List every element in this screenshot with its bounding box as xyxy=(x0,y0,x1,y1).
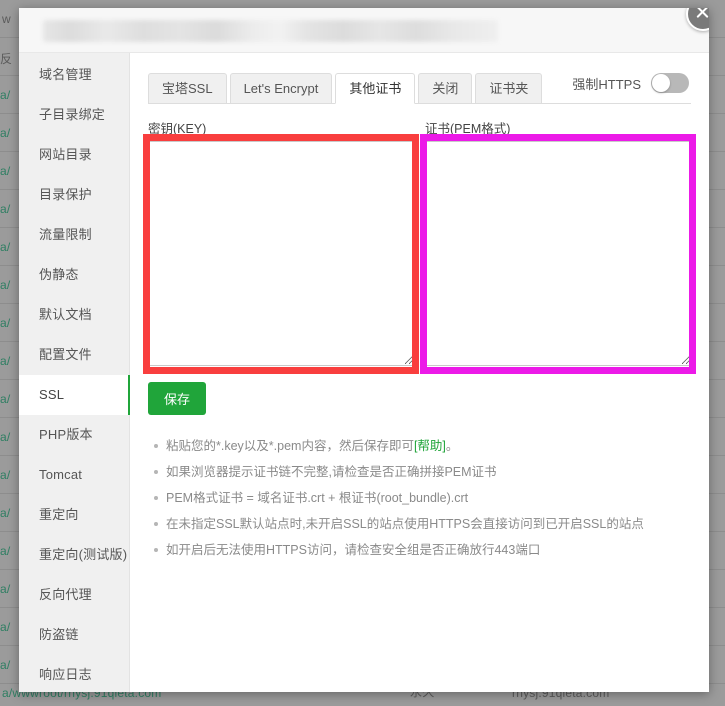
toggle-knob xyxy=(652,74,670,92)
sidebar-item-label: 反向代理 xyxy=(39,587,92,602)
tab-label: 证书夹 xyxy=(489,81,529,96)
force-https-label: 强制HTTPS xyxy=(572,76,641,92)
sidebar-item-5[interactable]: 流量限制 xyxy=(19,215,129,255)
sidebar-item-2[interactable]: 子目录绑定 xyxy=(19,95,129,135)
help-note-item: 粘贴您的*.key以及*.pem内容，然后保存即可[帮助]。 xyxy=(154,433,691,459)
help-note-text: 如果浏览器提示证书链不完整,请检查是否正确拼接PEM证书 xyxy=(166,465,497,479)
sidebar-item-13[interactable]: 重定向(测试版) xyxy=(19,535,129,575)
tab-strip: 宝塔SSL Let's Encrypt 其他证书 关闭 证书夹 强制HTTPS xyxy=(148,71,691,104)
sidebar-item-label: Tomcat xyxy=(39,467,83,482)
tab-1[interactable]: 宝塔SSL xyxy=(148,73,227,104)
help-note-text: 在未指定SSL默认站点时,未开启SSL的站点使用HTTPS会直接访问到已开启SS… xyxy=(166,517,644,531)
pem-textarea[interactable] xyxy=(425,141,691,366)
help-note-suffix: 。 xyxy=(445,439,459,453)
sidebar-item-9[interactable]: SSL xyxy=(19,375,130,415)
modal-body: 域名管理子目录绑定网站目录目录保护流量限制伪静态默认文档配置文件 SSL PHP版本… xyxy=(19,53,709,692)
tab-label: 关闭 xyxy=(432,81,459,96)
background-row-text: a/ xyxy=(0,88,11,102)
sidebar-item-label: 域名管理 xyxy=(39,67,92,82)
background-row-text: 反 xyxy=(0,52,13,66)
sidebar-item-label: SSL xyxy=(39,387,65,402)
pem-field-group: 证书(PEM格式) xyxy=(420,118,696,374)
sidebar-item-11[interactable]: Tomcat xyxy=(19,455,129,495)
sidebar-item-8[interactable]: 配置文件 xyxy=(19,335,129,375)
sidebar-item-14[interactable]: 反向代理 xyxy=(19,575,129,615)
tab-4[interactable]: 关闭 xyxy=(418,73,473,104)
sidebar-item-16[interactable]: 响应日志 xyxy=(19,655,129,692)
sidebar-item-label: 重定向 xyxy=(39,507,79,522)
background-row-text: a/ xyxy=(0,240,11,254)
main-panel: 宝塔SSL Let's Encrypt 其他证书 关闭 证书夹 强制HTTPS 密钥(K… xyxy=(130,53,709,692)
key-field-label: 密钥(KEY) xyxy=(148,122,207,136)
background-row-text: a/ xyxy=(0,430,11,444)
background-row-text: a/ xyxy=(0,544,11,558)
background-row-text: a/ xyxy=(0,582,11,596)
help-note-item: 如开启后无法使用HTTPS访问，请检查安全组是否正确放行443端口 xyxy=(154,537,691,563)
sidebar-item-6[interactable]: 伪静态 xyxy=(19,255,129,295)
help-note-item: 如果浏览器提示证书链不完整,请检查是否正确拼接PEM证书 xyxy=(154,459,691,485)
sidebar-item-label: 网站目录 xyxy=(39,147,92,162)
page-title xyxy=(43,20,498,42)
sidebar-item-label: 配置文件 xyxy=(39,347,92,362)
sidebar-item-label: 防盗链 xyxy=(39,627,79,642)
save-button[interactable]: 保存 xyxy=(148,382,207,415)
sidebar-item-label: 重定向(测试版) xyxy=(39,547,128,562)
help-note-text: 粘贴您的*.key以及*.pem内容，然后保存即可 xyxy=(166,439,414,453)
background-row-text: a/ xyxy=(0,506,11,520)
sidebar-item-7[interactable]: 默认文档 xyxy=(19,295,129,335)
certificate-fields: 密钥(KEY) 证书(PEM格式) xyxy=(143,118,696,374)
background-row-text: a/ xyxy=(0,468,11,482)
sidebar-item-1[interactable]: 域名管理 xyxy=(19,55,129,95)
background-row-text: a/ xyxy=(0,392,11,406)
sidebar-item-label: 响应日志 xyxy=(39,667,92,682)
help-note-item: PEM格式证书 = 域名证书.crt + 根证书(root_bundle).cr… xyxy=(154,485,691,511)
sidebar-item-4[interactable]: 目录保护 xyxy=(19,175,129,215)
background-row-text: a/ xyxy=(0,164,11,178)
background-row-text: a/ xyxy=(0,202,11,216)
help-note-text: PEM格式证书 = 域名证书.crt + 根证书(root_bundle).cr… xyxy=(166,491,469,505)
sidebar-item-10[interactable]: PHP版本 xyxy=(19,415,129,455)
tab-5[interactable]: 证书夹 xyxy=(475,73,543,104)
force-https-toggle[interactable] xyxy=(651,73,689,93)
sidebar-item-15[interactable]: 防盗链 xyxy=(19,615,129,655)
background-row-text: a/ xyxy=(0,278,11,292)
tab-label: Let's Encrypt xyxy=(243,81,319,96)
tab-label: 宝塔SSL xyxy=(162,81,213,96)
sidebar-item-label: 伪静态 xyxy=(39,267,79,282)
modal-header xyxy=(19,8,709,53)
key-field-group: 密钥(KEY) xyxy=(143,118,419,374)
help-link[interactable]: [帮助] xyxy=(414,439,446,453)
help-note-item: 在未指定SSL默认站点时,未开启SSL的站点使用HTTPS会直接访问到已开启SS… xyxy=(154,511,691,537)
tab-label: 其他证书 xyxy=(349,81,402,96)
background-row-text: a/ xyxy=(0,658,11,672)
sidebar-item-3[interactable]: 网站目录 xyxy=(19,135,129,175)
sidebar-item-12[interactable]: 重定向 xyxy=(19,495,129,535)
background-row-text: a/ xyxy=(0,126,11,140)
key-textarea[interactable] xyxy=(148,141,414,366)
pem-field-label: 证书(PEM格式) xyxy=(425,122,511,136)
sidebar: 域名管理子目录绑定网站目录目录保护流量限制伪静态默认文档配置文件 SSL PHP版本… xyxy=(19,53,130,692)
tab-list: 宝塔SSL Let's Encrypt 其他证书 关闭 证书夹 xyxy=(148,73,545,104)
background-row-text: a/ xyxy=(0,316,11,330)
background-row-text: a/ xyxy=(0,620,11,634)
sidebar-item-label: 流量限制 xyxy=(39,227,92,242)
background-row-text: w xyxy=(2,12,11,26)
sidebar-item-label: PHP版本 xyxy=(39,427,93,442)
tab-2[interactable]: Let's Encrypt xyxy=(229,73,333,104)
help-note-text: 如开启后无法使用HTTPS访问，请检查安全组是否正确放行443端口 xyxy=(166,543,541,557)
sidebar-item-label: 目录保护 xyxy=(39,187,92,202)
sidebar-item-label: 默认文档 xyxy=(39,307,92,322)
help-notes-list: 粘贴您的*.key以及*.pem内容，然后保存即可[帮助]。如果浏览器提示证书链… xyxy=(148,433,691,563)
tab-3[interactable]: 其他证书 xyxy=(335,73,416,104)
force-https-control: 强制HTTPS xyxy=(572,73,689,93)
sidebar-item-label: 子目录绑定 xyxy=(39,107,106,122)
background-row-text: a/ xyxy=(0,354,11,368)
site-settings-modal: 域名管理子目录绑定网站目录目录保护流量限制伪静态默认文档配置文件 SSL PHP版本… xyxy=(19,8,709,692)
